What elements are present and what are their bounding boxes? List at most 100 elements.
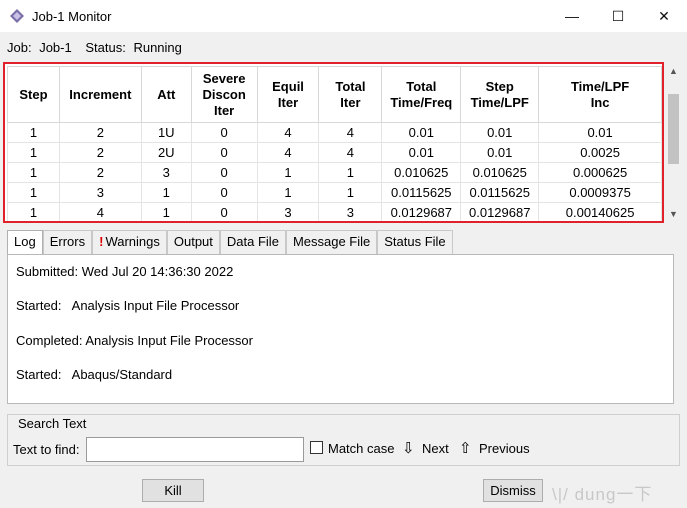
job-label: Job:: [7, 40, 32, 55]
table-cell: 1: [7, 142, 60, 163]
table-cell: 1: [256, 182, 320, 203]
table-cell: 4: [256, 122, 320, 143]
column-header-text: Total: [406, 78, 437, 94]
column-header-text: Discon: [202, 86, 246, 102]
tab-output[interactable]: Output: [166, 230, 220, 254]
column-header-text: Time/LPF: [570, 78, 630, 94]
tab-label: Data File: [226, 234, 279, 249]
log-line: Submitted: Wed Jul 20 14:36:30 2022: [16, 264, 234, 279]
minimize-button[interactable]: —: [549, 0, 595, 32]
warning-icon: !: [99, 234, 104, 249]
scroll-down-icon[interactable]: ▼: [666, 207, 681, 221]
table-cell: 0.0025: [538, 142, 662, 163]
table-cell: 2: [58, 162, 142, 183]
column-header-text: Total: [335, 78, 366, 94]
column-header-text: Iter: [277, 94, 299, 110]
table-cell: 1: [318, 162, 383, 183]
table-cell: 0.0129687: [381, 202, 462, 221]
table-cell: 4: [318, 122, 383, 143]
output-tabs: Log Errors! Warnings Output Data File Message…: [7, 230, 453, 256]
tab-label: Warnings: [105, 234, 160, 249]
table-cell: 0.010625: [381, 162, 462, 183]
status-value: Running: [133, 40, 182, 55]
table-row[interactable]: 1 4 1 0 3 3 0.0129687 0.0129687 0.00140625: [7, 202, 662, 221]
tab-data-file[interactable]: Data File: [219, 230, 286, 254]
table-cell: 0.0009375: [538, 182, 662, 203]
table-cell: 1: [140, 182, 192, 203]
table-cell: 1: [7, 182, 60, 203]
tab-status-file[interactable]: Status File: [377, 230, 453, 254]
watermark: \|/ dung一下: [552, 485, 653, 504]
step-table-container: Step Increment Att Severe Discon Iter Equil Ite…: [5, 64, 662, 221]
scroll-up-icon[interactable]: ▲: [666, 64, 681, 78]
table-cell: 0: [190, 122, 258, 143]
table-cell: 3: [318, 202, 383, 221]
tab-warnings[interactable]: ! Warnings: [92, 230, 167, 254]
column-header-text: Equil: [272, 78, 304, 94]
next-button[interactable]: Next: [422, 441, 449, 456]
column-header-text: Step: [485, 78, 514, 94]
search-group-label: Search Text: [17, 416, 88, 431]
tab-label: Status File: [384, 234, 446, 249]
table-row[interactable]: 1 2 1U 0 4 4 0.01 0.01 0.01: [7, 122, 662, 143]
column-header: Total Time/Freq: [381, 66, 462, 123]
column-header-text: Iter: [340, 94, 361, 110]
find-label: Text to find:: [13, 442, 80, 457]
table-row[interactable]: 1 3 1 0 1 1 0.0115625 0.0115625 0.0009375: [7, 182, 662, 203]
step-table: Step Increment Att Severe Discon Iter Equil Ite…: [7, 66, 662, 221]
tab-message-file[interactable]: Message File: [285, 230, 378, 254]
table-cell: 2: [58, 122, 142, 143]
table-row[interactable]: 1 2 2U 0 4 4 0.01 0.01 0.0025: [7, 142, 662, 163]
column-header: Att: [140, 66, 192, 123]
table-cell: 0.00140625: [538, 202, 662, 221]
column-header-text: Time/Freq: [390, 94, 453, 110]
column-header-text: Severe: [202, 70, 246, 86]
maximize-button[interactable]: ☐: [595, 0, 641, 32]
tab-log[interactable]: Log: [7, 230, 43, 256]
match-case-checkbox[interactable]: [310, 441, 323, 454]
table-cell: 0.01: [460, 122, 540, 143]
column-header-text: Iter: [214, 102, 235, 118]
log-line: Started: Analysis Input File Processor: [16, 298, 240, 314]
window-title: Job-1 Monitor: [32, 8, 112, 24]
arrow-down-icon[interactable]: ⇩: [402, 439, 415, 457]
step-table-highlight: Step Increment Att Severe Discon Iter Equil Ite…: [3, 62, 664, 223]
tab-label: Message File: [292, 234, 371, 249]
abaqus-app-icon: [10, 9, 24, 23]
log-line: Started: Abaqus/Standard: [16, 366, 173, 382]
table-cell: 0.010625: [460, 162, 540, 183]
table-cell: 0.0115625: [460, 182, 540, 203]
table-cell: 1: [7, 202, 60, 221]
column-header: Increment: [58, 66, 142, 123]
column-header-text: Increment: [69, 86, 132, 102]
close-button[interactable]: ✕: [641, 0, 687, 32]
table-scrollbar[interactable]: ▲ ▼: [666, 64, 681, 221]
tab-label: Log: [14, 234, 36, 249]
table-cell: 0.01: [381, 122, 462, 143]
tab-label: Errors: [49, 234, 86, 249]
column-header: Severe Discon Iter: [190, 66, 258, 123]
kill-button[interactable]: Kill: [142, 479, 204, 502]
match-case-label[interactable]: Match case: [328, 441, 394, 456]
tab-label: Output: [173, 234, 213, 249]
table-cell: 0: [190, 202, 258, 221]
arrow-up-icon[interactable]: ⇧: [459, 439, 472, 457]
table-cell: 4: [318, 142, 383, 163]
title-bar: Job-1 Monitor — ☐ ✕: [0, 0, 687, 32]
table-row[interactable]: 1 2 3 0 1 1 0.010625 0.010625 0.000625: [7, 162, 662, 183]
table-cell: 0: [190, 162, 258, 183]
find-input[interactable]: [86, 437, 304, 462]
table-cell: 3: [256, 202, 320, 221]
previous-button[interactable]: Previous: [479, 441, 530, 456]
table-cell: 0.01: [538, 122, 662, 143]
table-header-row: Step Increment Att Severe Discon Iter Equil Ite…: [7, 66, 662, 123]
column-header-text: Att: [157, 86, 176, 102]
log-text-area[interactable]: Submitted: Wed Jul 20 14:36:30 2022 Start…: [7, 254, 674, 404]
tab-errors[interactable]: Errors: [42, 230, 93, 254]
table-cell: 1: [256, 162, 320, 183]
column-header: Step: [7, 66, 60, 123]
scrollbar-thumb[interactable]: [668, 94, 679, 164]
dismiss-button[interactable]: Dismiss: [483, 479, 543, 502]
column-header-text: Step: [19, 86, 48, 102]
table-cell: 0.01: [460, 142, 540, 163]
